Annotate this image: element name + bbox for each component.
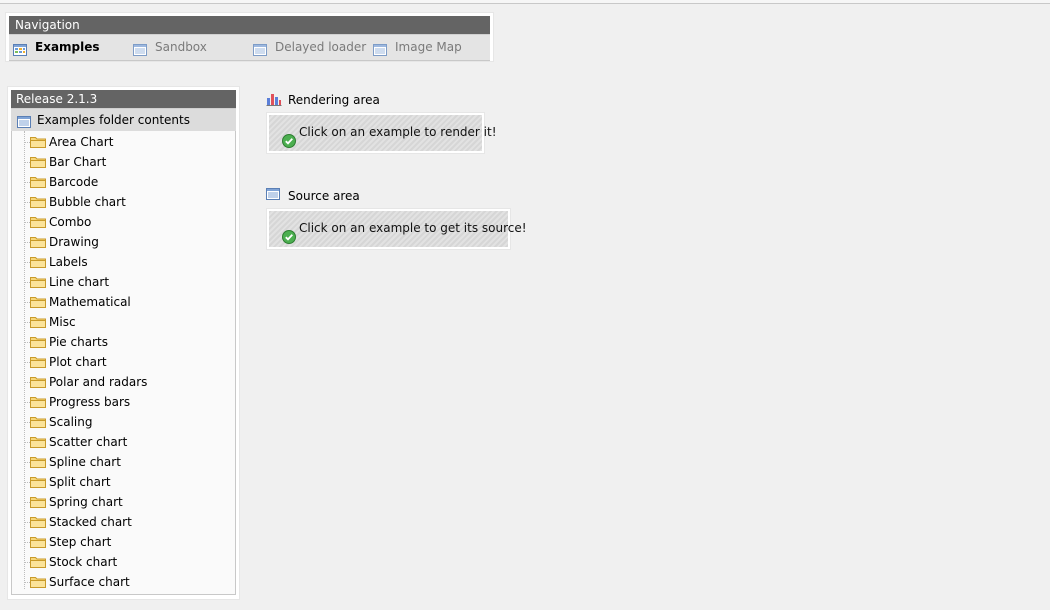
tree-folder-item[interactable]: Polar and radars bbox=[24, 372, 224, 392]
rendering-message-box: Click on an example to render it! bbox=[266, 112, 497, 154]
tree-folder-label: Spline chart bbox=[49, 455, 121, 469]
tree-folder-item[interactable]: Misc bbox=[24, 312, 224, 332]
tree-folder-item[interactable]: Step chart bbox=[24, 532, 224, 552]
tree-root-label: Examples folder contents bbox=[37, 113, 190, 127]
list-icon bbox=[133, 40, 147, 64]
release-panel: Release 2.1.3 Examples folder contents A… bbox=[7, 86, 240, 600]
folder-icon bbox=[30, 476, 46, 491]
tree-folder-item[interactable]: Pie charts bbox=[24, 332, 224, 352]
tree-folder-item[interactable]: Combo bbox=[24, 212, 224, 232]
tree-folder-label: Progress bars bbox=[49, 395, 131, 409]
tab-label: Examples bbox=[35, 40, 100, 54]
folder-icon bbox=[30, 516, 46, 531]
tree-folder-item[interactable]: Surface chart bbox=[24, 572, 224, 592]
folder-icon bbox=[30, 316, 46, 331]
folder-icon bbox=[30, 336, 46, 351]
folder-icon bbox=[30, 436, 46, 451]
folder-icon bbox=[30, 276, 46, 291]
tree-root[interactable]: Examples folder contents bbox=[11, 108, 236, 131]
folder-tree: Area Chart Bar Chart Barcode Bubble chart Co… bbox=[11, 131, 236, 595]
tree-folder-item[interactable]: Labels bbox=[24, 252, 224, 272]
list-icon bbox=[266, 188, 280, 204]
folder-icon bbox=[30, 156, 46, 171]
rendering-message: Click on an example to render it! bbox=[299, 125, 497, 139]
tree-folder-item[interactable]: Line chart bbox=[24, 272, 224, 292]
tree-folder-item[interactable]: Split chart bbox=[24, 472, 224, 492]
tree-folder-label: Plot chart bbox=[49, 355, 107, 369]
folder-icon bbox=[30, 356, 46, 371]
folder-icon bbox=[30, 296, 46, 311]
tree-folder-item[interactable]: Barcode bbox=[24, 172, 224, 192]
top-border bbox=[0, 0, 1050, 4]
folder-icon bbox=[30, 196, 46, 211]
tree-folder-label: Split chart bbox=[49, 475, 111, 489]
folder-icon bbox=[30, 376, 46, 391]
folder-icon bbox=[30, 176, 46, 191]
tab-label: Sandbox bbox=[155, 40, 207, 54]
folder-icon bbox=[30, 496, 46, 511]
folder-icon bbox=[30, 136, 46, 151]
release-title: Release 2.1.3 bbox=[11, 90, 236, 108]
tree-folder-label: Misc bbox=[49, 315, 76, 329]
tree-folder-label: Spring chart bbox=[49, 495, 123, 509]
folder-icon bbox=[30, 416, 46, 431]
tree-folder-label: Bar Chart bbox=[49, 155, 107, 169]
tree-folder-label: Combo bbox=[49, 215, 92, 229]
tree-folder-item[interactable]: Stacked chart bbox=[24, 512, 224, 532]
tree-folder-item[interactable]: Area Chart bbox=[24, 132, 224, 152]
tree-folder-item[interactable]: Stock chart bbox=[24, 552, 224, 572]
tree-folder-label: Line chart bbox=[49, 275, 110, 289]
folder-icon bbox=[30, 256, 46, 271]
tree-folder-item[interactable]: Bar Chart bbox=[24, 152, 224, 172]
tree-folder-label: Barcode bbox=[49, 175, 99, 189]
tree-folder-label: Labels bbox=[49, 255, 88, 269]
tree-folder-label: Pie charts bbox=[49, 335, 108, 349]
tab-label: Delayed loader bbox=[275, 40, 367, 54]
tree-folder-label: Scatter chart bbox=[49, 435, 128, 449]
rendering-area-title: Rendering area bbox=[288, 93, 380, 107]
tree-folder-label: Surface chart bbox=[49, 575, 130, 589]
tree-folder-label: Stacked chart bbox=[49, 515, 132, 529]
bar-chart-icon bbox=[266, 92, 282, 110]
tree-folder-item[interactable]: Scaling bbox=[24, 412, 224, 432]
tree-folder-label: Step chart bbox=[49, 535, 112, 549]
tree-folder-label: Mathematical bbox=[49, 295, 131, 309]
tree-folder-label: Bubble chart bbox=[49, 195, 126, 209]
check-circle-icon bbox=[282, 127, 296, 161]
source-message-box: Click on an example to get its source! bbox=[266, 208, 527, 250]
check-circle-icon bbox=[282, 223, 296, 257]
tree-folder-label: Polar and radars bbox=[49, 375, 148, 389]
folder-icon bbox=[30, 576, 46, 591]
folder-icon bbox=[30, 556, 46, 571]
tree-folder-item[interactable]: Plot chart bbox=[24, 352, 224, 372]
tree-folder-item[interactable]: Progress bars bbox=[24, 392, 224, 412]
tree-folder-label: Area Chart bbox=[49, 135, 114, 149]
folder-icon bbox=[30, 536, 46, 551]
tree-folder-label: Drawing bbox=[49, 235, 99, 249]
navigation-tabs: Examples Sandbox Delayed loader Image Ma… bbox=[9, 34, 490, 61]
list-icon bbox=[373, 40, 387, 64]
folder-icon bbox=[30, 236, 46, 251]
folder-icon bbox=[30, 216, 46, 231]
navigation-title: Navigation bbox=[9, 16, 490, 34]
source-message: Click on an example to get its source! bbox=[299, 221, 527, 235]
table-icon bbox=[13, 40, 27, 64]
tree-folder-item[interactable]: Spring chart bbox=[24, 492, 224, 512]
folder-icon bbox=[30, 456, 46, 471]
folder-icon bbox=[30, 396, 46, 411]
tree-folder-item[interactable]: Bubble chart bbox=[24, 192, 224, 212]
tab-label: Image Map bbox=[395, 40, 462, 54]
tree-folder-item[interactable]: Drawing bbox=[24, 232, 224, 252]
navigation-panel: Navigation Examples Sandbox Delayed load… bbox=[5, 12, 494, 62]
tree-folder-item[interactable]: Scatter chart bbox=[24, 432, 224, 452]
source-area-title: Source area bbox=[288, 189, 360, 203]
tree-folder-item[interactable]: Mathematical bbox=[24, 292, 224, 312]
tree-folder-item[interactable]: Spline chart bbox=[24, 452, 224, 472]
tree-folder-label: Scaling bbox=[49, 415, 93, 429]
list-icon bbox=[253, 40, 267, 64]
tree-folder-label: Stock chart bbox=[49, 555, 118, 569]
